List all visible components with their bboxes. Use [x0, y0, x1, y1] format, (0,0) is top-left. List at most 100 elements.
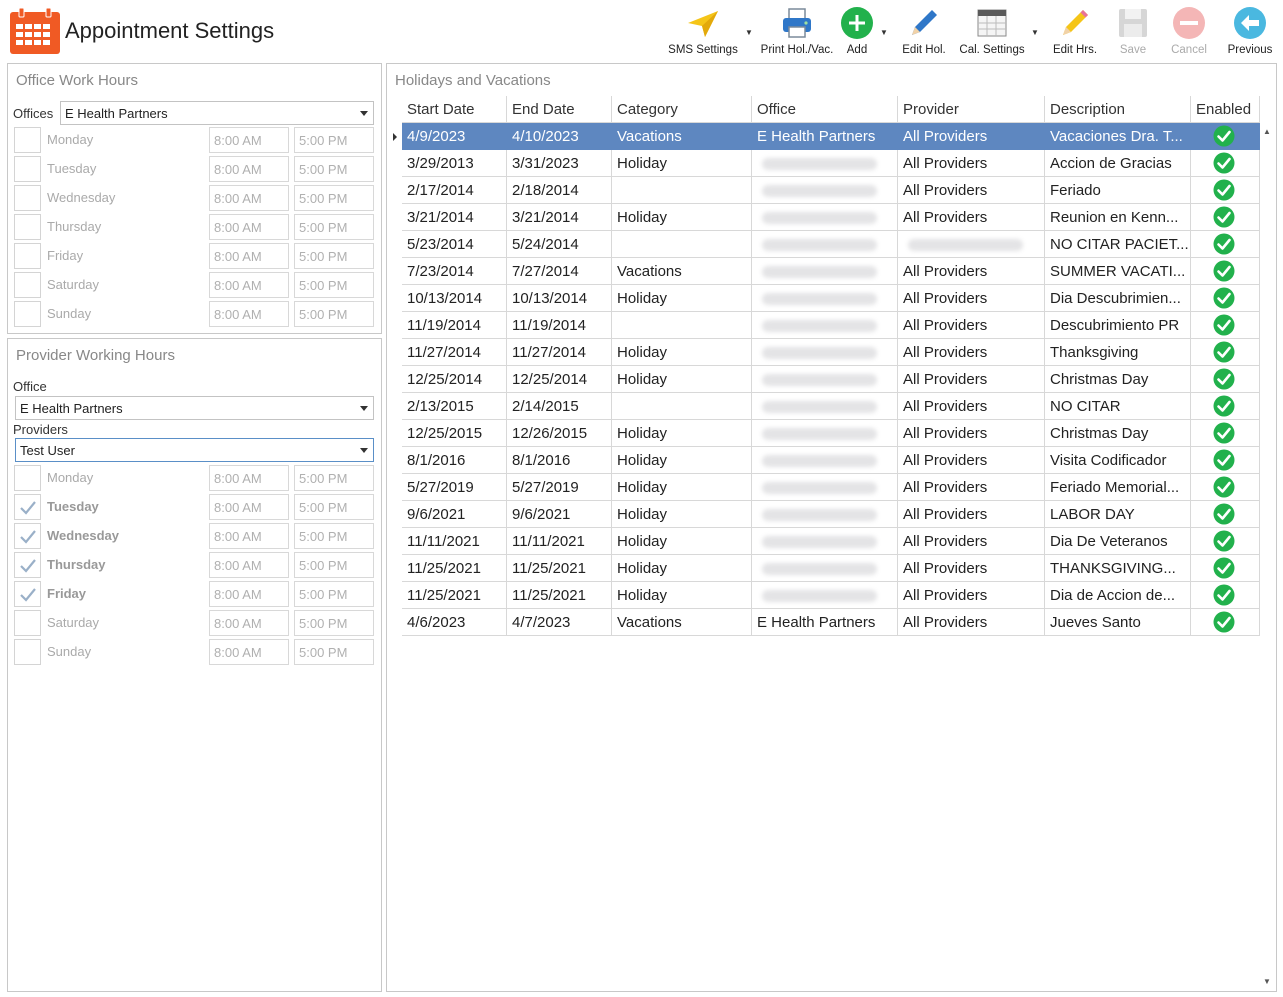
end-time-field[interactable]: 5:00 PM: [294, 494, 374, 520]
end-time-field[interactable]: 5:00 PM: [294, 301, 374, 327]
column-header[interactable]: End Date: [507, 96, 612, 123]
cancel-button[interactable]: Cancel: [1166, 2, 1212, 58]
start-time-field[interactable]: 8:00 AM: [209, 185, 289, 211]
day-checkbox[interactable]: [14, 552, 41, 578]
column-header[interactable]: Start Date: [402, 96, 507, 123]
table-row[interactable]: 11/11/2021 11/11/2021 Holiday All Providers…: [402, 528, 1260, 555]
cell-enabled[interactable]: [1191, 447, 1260, 474]
cell-enabled[interactable]: [1191, 366, 1260, 393]
start-time-field[interactable]: 8:00 AM: [209, 272, 289, 298]
column-header[interactable]: Enabled: [1191, 96, 1260, 123]
day-checkbox[interactable]: [14, 243, 41, 269]
end-time-field[interactable]: 5:00 PM: [294, 156, 374, 182]
day-checkbox[interactable]: [14, 523, 41, 549]
offices-select[interactable]: E Health Partners: [60, 101, 374, 125]
cell-enabled[interactable]: [1191, 204, 1260, 231]
cell-enabled[interactable]: [1191, 339, 1260, 366]
provider-office-select[interactable]: E Health Partners: [15, 396, 374, 420]
start-time-field[interactable]: 8:00 AM: [209, 494, 289, 520]
start-time-field[interactable]: 8:00 AM: [209, 127, 289, 153]
table-row[interactable]: 11/25/2021 11/25/2021 Holiday All Providers…: [402, 555, 1260, 582]
day-checkbox[interactable]: [14, 639, 41, 665]
table-row[interactable]: 5/27/2019 5/27/2019 Holiday All Providers Fe…: [402, 474, 1260, 501]
end-time-field[interactable]: 5:00 PM: [294, 581, 374, 607]
day-checkbox[interactable]: [14, 127, 41, 153]
edit-holiday-button[interactable]: Edit Hol.: [897, 2, 951, 58]
cell-enabled[interactable]: [1191, 285, 1260, 312]
end-time-field[interactable]: 5:00 PM: [294, 465, 374, 491]
start-time-field[interactable]: 8:00 AM: [209, 465, 289, 491]
table-row[interactable]: 8/1/2016 8/1/2016 Holiday All Providers Visi…: [402, 447, 1260, 474]
table-row[interactable]: 2/17/2014 2/18/2014 All Providers Feriado: [402, 177, 1260, 204]
cell-enabled[interactable]: [1191, 474, 1260, 501]
column-header[interactable]: Office: [752, 96, 898, 123]
column-header[interactable]: Description: [1045, 96, 1191, 123]
calendar-settings-dropdown-icon[interactable]: ▼: [1031, 28, 1039, 37]
day-checkbox[interactable]: [14, 494, 41, 520]
end-time-field[interactable]: 5:00 PM: [294, 272, 374, 298]
cell-enabled[interactable]: [1191, 177, 1260, 204]
table-row[interactable]: 12/25/2015 12/26/2015 Holiday All Providers…: [402, 420, 1260, 447]
table-row[interactable]: 4/6/2023 4/7/2023 Vacations E Health Partne…: [402, 609, 1260, 636]
cell-enabled[interactable]: [1191, 420, 1260, 447]
end-time-field[interactable]: 5:00 PM: [294, 185, 374, 211]
cell-enabled[interactable]: [1191, 582, 1260, 609]
previous-button[interactable]: Previous: [1223, 2, 1277, 58]
start-time-field[interactable]: 8:00 AM: [209, 523, 289, 549]
edit-hours-button[interactable]: Edit Hrs.: [1049, 2, 1101, 58]
table-row[interactable]: 11/27/2014 11/27/2014 Holiday All Providers…: [402, 339, 1260, 366]
cell-enabled[interactable]: [1191, 123, 1260, 150]
table-row[interactable]: 7/23/2014 7/27/2014 Vacations All Providers…: [402, 258, 1260, 285]
start-time-field[interactable]: 8:00 AM: [209, 301, 289, 327]
table-row[interactable]: 10/13/2014 10/13/2014 Holiday All Providers…: [402, 285, 1260, 312]
table-row[interactable]: 12/25/2014 12/25/2014 Holiday All Providers…: [402, 366, 1260, 393]
end-time-field[interactable]: 5:00 PM: [294, 214, 374, 240]
cell-enabled[interactable]: [1191, 393, 1260, 420]
end-time-field[interactable]: 5:00 PM: [294, 639, 374, 665]
cell-enabled[interactable]: [1191, 501, 1260, 528]
table-row[interactable]: 9/6/2021 9/6/2021 Holiday All Providers LABO…: [402, 501, 1260, 528]
table-row[interactable]: 2/13/2015 2/14/2015 All Providers NO CITAR: [402, 393, 1260, 420]
end-time-field[interactable]: 5:00 PM: [294, 127, 374, 153]
start-time-field[interactable]: 8:00 AM: [209, 156, 289, 182]
table-row[interactable]: 4/9/2023 4/10/2023 Vacations E Health Partn…: [402, 123, 1260, 150]
providers-select[interactable]: Test User: [15, 438, 374, 462]
day-checkbox[interactable]: [14, 272, 41, 298]
table-row[interactable]: 11/25/2021 11/25/2021 Holiday All Providers…: [402, 582, 1260, 609]
sms-settings-dropdown-icon[interactable]: ▼: [745, 28, 753, 37]
sms-settings-button[interactable]: SMS Settings: [664, 2, 742, 58]
column-header[interactable]: Provider: [898, 96, 1045, 123]
cell-enabled[interactable]: [1191, 312, 1260, 339]
start-time-field[interactable]: 8:00 AM: [209, 639, 289, 665]
start-time-field[interactable]: 8:00 AM: [209, 581, 289, 607]
cell-enabled[interactable]: [1191, 150, 1260, 177]
print-holidays-button[interactable]: Print Hol./Vac.: [757, 2, 837, 58]
cell-enabled[interactable]: [1191, 609, 1260, 636]
cell-enabled[interactable]: [1191, 231, 1260, 258]
table-row[interactable]: 3/21/2014 3/21/2014 Holiday All Providers Re…: [402, 204, 1260, 231]
calendar-settings-button[interactable]: Cal. Settings: [956, 2, 1028, 58]
cell-enabled[interactable]: [1191, 528, 1260, 555]
scroll-down-icon[interactable]: ▼: [1263, 977, 1271, 986]
scroll-up-icon[interactable]: ▲: [1263, 127, 1271, 136]
table-row[interactable]: 5/23/2014 5/24/2014 NO CITAR PACIET...: [402, 231, 1260, 258]
start-time-field[interactable]: 8:00 AM: [209, 610, 289, 636]
end-time-field[interactable]: 5:00 PM: [294, 243, 374, 269]
day-checkbox[interactable]: [14, 214, 41, 240]
start-time-field[interactable]: 8:00 AM: [209, 243, 289, 269]
add-button[interactable]: Add: [837, 2, 877, 58]
day-checkbox[interactable]: [14, 581, 41, 607]
day-checkbox[interactable]: [14, 156, 41, 182]
day-checkbox[interactable]: [14, 301, 41, 327]
column-header[interactable]: Category: [612, 96, 752, 123]
cell-enabled[interactable]: [1191, 555, 1260, 582]
end-time-field[interactable]: 5:00 PM: [294, 523, 374, 549]
day-checkbox[interactable]: [14, 465, 41, 491]
add-dropdown-icon[interactable]: ▼: [880, 28, 888, 37]
start-time-field[interactable]: 8:00 AM: [209, 214, 289, 240]
end-time-field[interactable]: 5:00 PM: [294, 610, 374, 636]
end-time-field[interactable]: 5:00 PM: [294, 552, 374, 578]
start-time-field[interactable]: 8:00 AM: [209, 552, 289, 578]
cell-enabled[interactable]: [1191, 258, 1260, 285]
save-button[interactable]: Save: [1112, 2, 1154, 58]
